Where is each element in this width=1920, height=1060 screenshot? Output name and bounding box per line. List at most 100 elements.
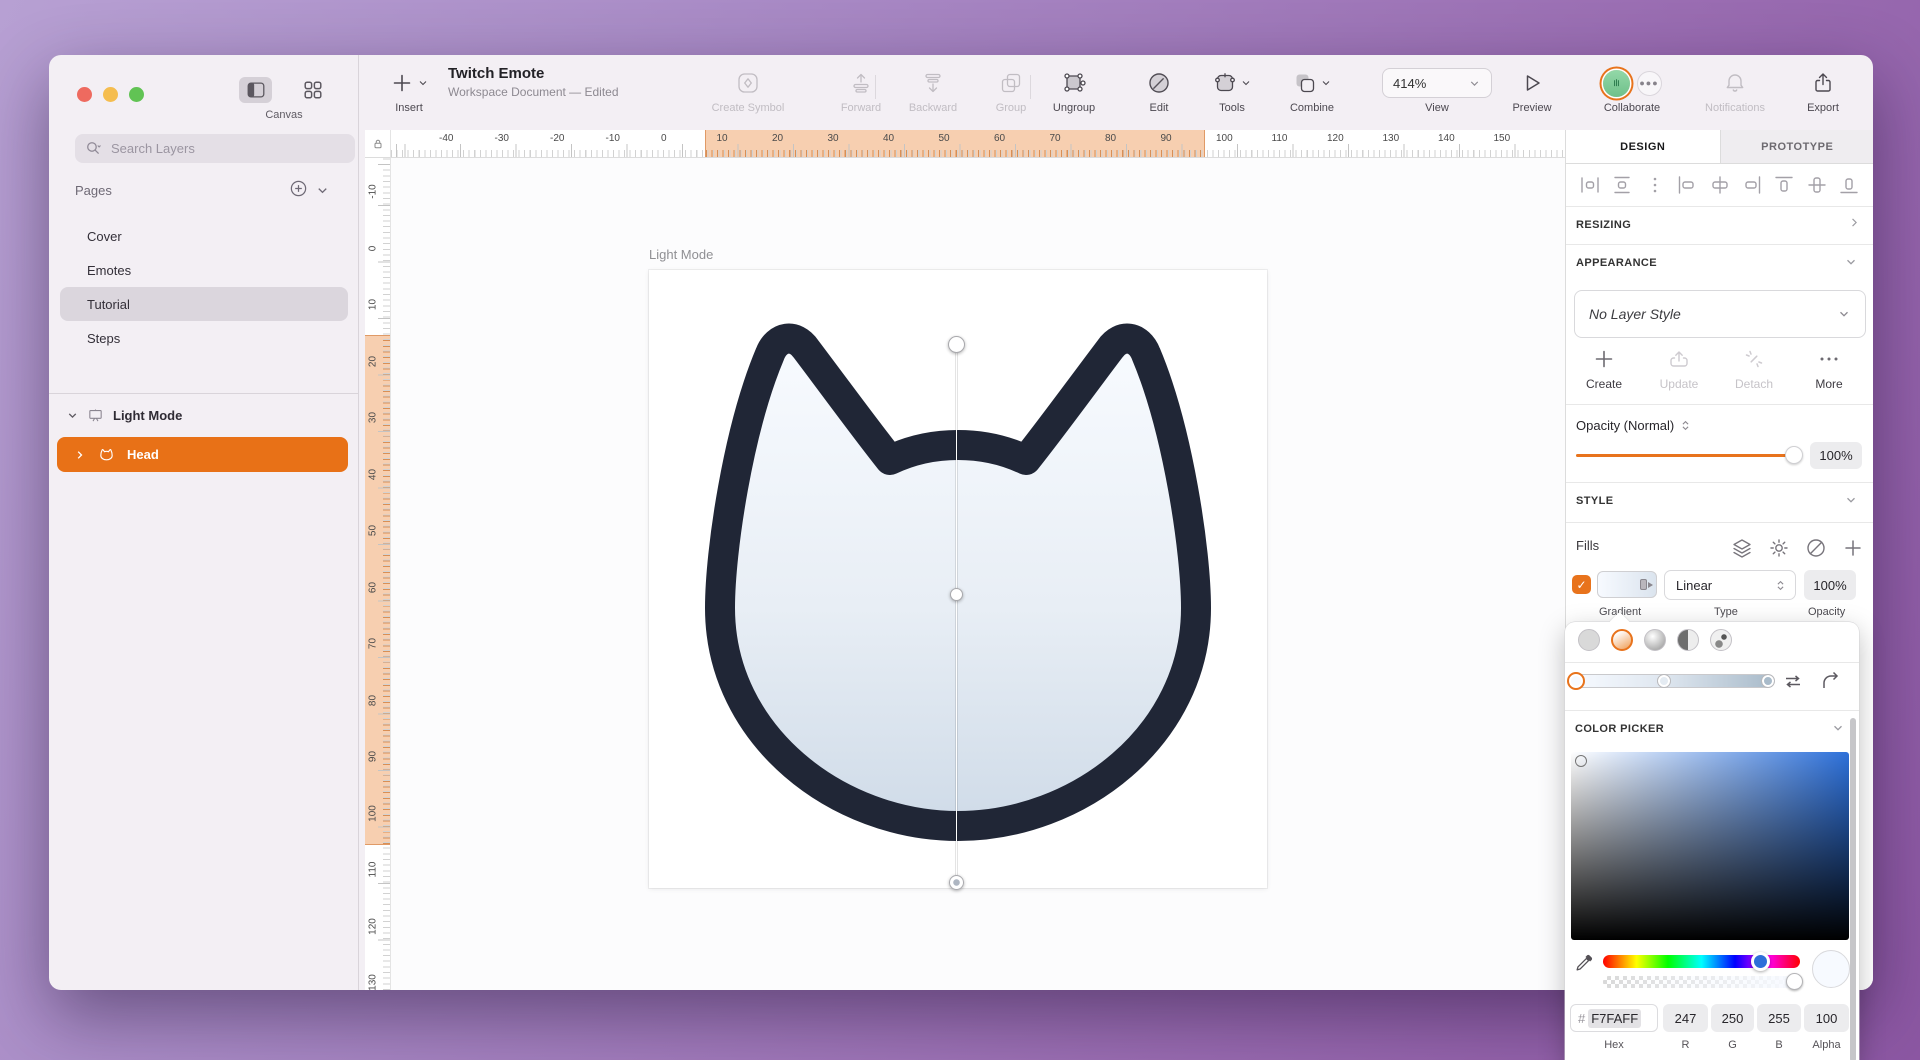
fill-gradient-swatch[interactable] [1597, 571, 1657, 598]
hex-field[interactable]: # F7FAFF [1570, 1004, 1658, 1032]
saturation-brightness-area[interactable] [1571, 752, 1849, 940]
more-style-button[interactable]: More [1791, 348, 1867, 391]
align-middle-vertical-icon[interactable] [1805, 173, 1829, 197]
sidebar-page-steps[interactable]: Steps [60, 321, 348, 355]
gradient-start-handle[interactable] [948, 336, 965, 353]
flat-color-type-icon[interactable] [1578, 629, 1600, 651]
h-ruler-label: -30 [495, 133, 509, 144]
alpha-slider-handle[interactable] [1786, 973, 1803, 990]
toolbar-item-label: Preview [1512, 102, 1551, 114]
align-top-icon[interactable] [1772, 173, 1796, 197]
color-picker-collapse-button[interactable] [1831, 721, 1845, 735]
tab-prototype[interactable]: PROTOTYPE [1720, 130, 1874, 163]
hue-slider-handle[interactable] [1751, 952, 1770, 971]
red-field[interactable]: 247 [1663, 1004, 1708, 1032]
radial-gradient-type-icon[interactable] [1644, 629, 1666, 651]
zoom-level-select[interactable]: 414% [1382, 68, 1492, 98]
plus-circle-icon [289, 179, 308, 198]
toolbar-item-export[interactable]: Export [1768, 67, 1873, 114]
green-field[interactable]: 250 [1711, 1004, 1754, 1032]
h-ruler-label: 20 [772, 133, 783, 144]
distribute-vertical-icon[interactable] [1610, 173, 1634, 197]
opacity-value-field[interactable]: 100% [1810, 442, 1862, 469]
popover-scrollbar[interactable] [1850, 718, 1856, 1060]
linear-gradient-type-icon[interactable] [1611, 629, 1633, 651]
opacity-slider-knob[interactable] [1785, 446, 1803, 464]
sidebar-page-emotes[interactable]: Emotes [60, 253, 348, 287]
flip-gradient-button[interactable] [1781, 669, 1805, 693]
combine-icon [1293, 67, 1332, 99]
sidebar-item-light-mode[interactable]: Light Mode [49, 398, 358, 432]
toolbar-item-label: Export [1807, 102, 1839, 114]
canvas-view-toggle[interactable] [239, 77, 272, 103]
collapse-pages-button[interactable] [315, 183, 330, 198]
image-fill-type-icon[interactable] [1710, 629, 1732, 651]
toolbar-item-collaborate[interactable]: ●●●Collaborate [1577, 67, 1687, 114]
blue-field[interactable]: 255 [1757, 1004, 1801, 1032]
stepper-icon[interactable] [1679, 419, 1692, 432]
gradient-middle-handle[interactable] [950, 588, 963, 601]
fill-enabled-checkbox[interactable]: ✓ [1572, 575, 1591, 594]
style-collapse-button[interactable] [1844, 493, 1858, 507]
detach-icon [1742, 348, 1766, 370]
toolbar-item-insert[interactable]: Insert [354, 67, 464, 114]
toolbar-item-combine[interactable]: Combine [1257, 67, 1367, 114]
fill-opacity-field[interactable]: 100% [1804, 570, 1856, 600]
zoom-window-button[interactable] [129, 87, 144, 102]
add-page-button[interactable] [289, 179, 308, 198]
create-style-button[interactable]: Create [1566, 348, 1642, 391]
sidebar-page-cover[interactable]: Cover [60, 219, 348, 253]
align-right-icon[interactable] [1740, 173, 1764, 197]
sidebar-section-divider [49, 393, 358, 394]
search-input[interactable] [109, 140, 309, 157]
alpha-field[interactable]: 100 [1804, 1004, 1849, 1032]
search-layers-field[interactable] [75, 134, 355, 163]
opacity-slider-track[interactable] [1576, 454, 1796, 457]
gradient-axis-line [956, 344, 957, 882]
bend-gradient-button[interactable] [1819, 669, 1843, 693]
v-ruler-label: 50 [368, 516, 379, 546]
align-left-icon[interactable] [1675, 173, 1699, 197]
sidebar-item-head-layer[interactable]: Head [57, 437, 348, 472]
grid-view-toggle[interactable] [296, 77, 329, 103]
align-center-horizontal-icon[interactable] [1708, 173, 1732, 197]
sidebar-page-tutorial[interactable]: Tutorial [60, 287, 348, 321]
artboard-title[interactable]: Light Mode [649, 247, 713, 262]
distribute-horizontal-icon[interactable] [1578, 173, 1602, 197]
resizing-expand-button[interactable] [1848, 216, 1861, 229]
hue-slider[interactable] [1603, 955, 1800, 968]
tab-design[interactable]: DESIGN [1566, 130, 1720, 163]
appearance-collapse-button[interactable] [1844, 255, 1858, 269]
toolbar-item-preview[interactable]: Preview [1477, 67, 1587, 114]
align-bottom-icon[interactable] [1837, 173, 1861, 197]
eyedropper-button[interactable] [1573, 952, 1595, 974]
collaborate-more-button[interactable]: ●●● [1637, 71, 1662, 96]
gradient-end-handle[interactable] [949, 875, 964, 890]
ruler-corner [365, 130, 391, 158]
gradient-stop-3[interactable] [1761, 674, 1775, 688]
toolbar-item-view[interactable]: 414%View [1382, 67, 1492, 114]
gradient-stop-2[interactable] [1657, 674, 1671, 688]
style-header: STYLE [1576, 495, 1613, 507]
settings-gear-icon[interactable] [1767, 536, 1791, 560]
document-title: Twitch Emote [448, 65, 619, 82]
collaborator-avatar[interactable] [1603, 70, 1630, 97]
desktop: Canvas Twitch Emote Workspace Document —… [0, 0, 1920, 1060]
close-window-button[interactable] [77, 87, 92, 102]
page-label: Emotes [87, 263, 131, 278]
minimize-window-button[interactable] [103, 87, 118, 102]
gradient-stop-1-selected[interactable] [1567, 672, 1585, 690]
page-label: Tutorial [87, 297, 130, 312]
layer-style-select[interactable]: No Layer Style [1574, 290, 1866, 338]
angular-gradient-type-icon[interactable] [1677, 629, 1699, 651]
knockout-icon[interactable] [1804, 536, 1828, 560]
gradient-type-select[interactable]: Linear [1664, 570, 1796, 600]
canvas-viewport[interactable]: -40-30-20-100102030405060708090100110120… [365, 130, 1565, 990]
add-fill-icon[interactable] [1841, 536, 1865, 560]
color-selection-ring[interactable] [1575, 755, 1587, 767]
cat-head-shape[interactable] [690, 308, 1226, 854]
toolbar-separator [875, 75, 876, 99]
presets-icon[interactable] [1730, 536, 1754, 560]
gradient-stops-bar[interactable] [1573, 674, 1773, 688]
alpha-slider[interactable] [1603, 976, 1800, 988]
